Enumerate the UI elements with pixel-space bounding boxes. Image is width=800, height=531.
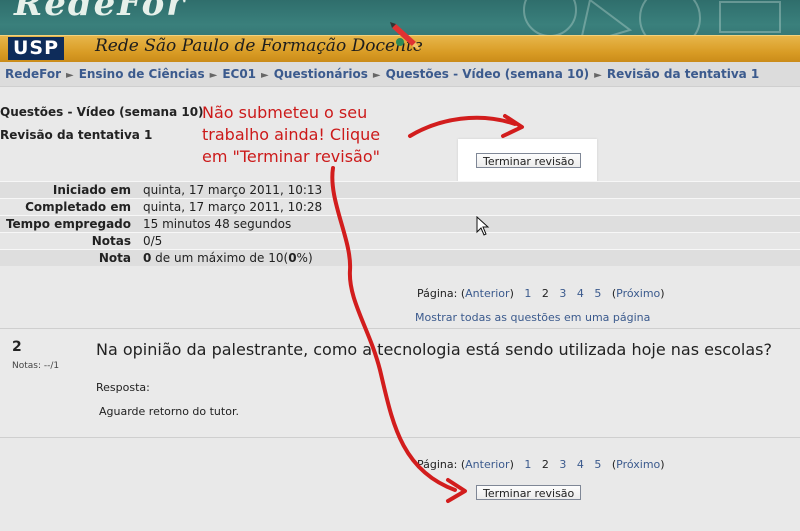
- summary-value: quinta, 17 março 2011, 10:28: [143, 200, 323, 214]
- summary-label: Completado em: [25, 200, 131, 214]
- summary-label: Tempo empregado: [5, 217, 131, 231]
- finish-review-button-bottom[interactable]: Terminar revisão: [476, 485, 582, 500]
- pager-page-1[interactable]: 1: [524, 287, 531, 300]
- summary-row-time-taken: Tempo empregado 15 minutos 48 segundos: [0, 215, 800, 232]
- show-all-questions-link[interactable]: Mostrar todas as questões em uma página: [415, 311, 650, 324]
- pager-page-1[interactable]: 1: [524, 458, 531, 471]
- pager-page-3[interactable]: 3: [559, 287, 566, 300]
- usp-logo[interactable]: USP: [8, 37, 64, 60]
- breadcrumb-separator: ►: [209, 70, 218, 81]
- question-grade: Notas: --/1: [12, 361, 60, 371]
- tutor-feedback: Aguarde retorno do tutor.: [99, 405, 239, 418]
- network-name: Rede São Paulo de Formação Docente: [95, 36, 423, 56]
- grade-percent: 0: [288, 251, 297, 265]
- attempt-summary-table: Iniciado em quinta, 17 março 2011, 10:13…: [0, 181, 800, 266]
- question-number: 2: [12, 339, 22, 355]
- summary-label: Notas: [91, 234, 131, 248]
- pencil-icon: [390, 22, 420, 50]
- pager-bottom: Página: (Anterior) 1 2 3 4 5 (Próximo): [417, 458, 665, 471]
- summary-value: quinta, 17 março 2011, 10:13: [143, 183, 323, 197]
- breadcrumb-questionarios[interactable]: Questionários: [274, 67, 368, 81]
- grade-text-end: %): [296, 251, 313, 265]
- summary-value: 15 minutos 48 segundos: [143, 217, 292, 231]
- pager-page-current: 2: [541, 458, 549, 471]
- pager-next-link[interactable]: Próximo: [616, 287, 660, 300]
- summary-row-grade: Nota 0 de um máximo de 10(0%): [0, 249, 800, 266]
- mouse-cursor-icon: [476, 216, 490, 236]
- breadcrumb-separator: ►: [372, 70, 381, 81]
- summary-row-completed: Completado em quinta, 17 março 2011, 10:…: [0, 198, 800, 215]
- quiz-title: Questões - Vídeo (semana 10): [0, 105, 204, 119]
- question-text: Na opinião da palestrante, como a tecnol…: [96, 340, 772, 359]
- answer-label: Resposta:: [96, 381, 150, 394]
- pager-label: Página:: [417, 287, 458, 300]
- pager-prev-link[interactable]: Anterior: [465, 287, 509, 300]
- pager-prev-link[interactable]: Anterior: [465, 458, 509, 471]
- annotation-line: trabalho ainda! Clique: [202, 125, 381, 144]
- pager-label: Página:: [417, 458, 458, 471]
- summary-value: 0 de um máximo de 10(0%): [143, 250, 313, 266]
- breadcrumb-attempt-review[interactable]: Revisão da tentativa 1: [607, 67, 759, 81]
- site-banner: RedeFor USP Rede São Paulo de Formação D…: [0, 0, 800, 62]
- summary-row-started: Iniciado em quinta, 17 março 2011, 10:13: [0, 181, 800, 198]
- pager-next-link[interactable]: Próximo: [616, 458, 660, 471]
- pager-page-5[interactable]: 5: [594, 458, 601, 471]
- breadcrumb-separator: ►: [594, 70, 602, 81]
- site-logo-text: RedeFor: [14, 0, 187, 24]
- breadcrumb-ensino-de-ciencias[interactable]: Ensino de Ciências: [79, 67, 205, 81]
- breadcrumb-quiz[interactable]: Questões - Vídeo (semana 10): [386, 67, 590, 81]
- pager-page-3[interactable]: 3: [559, 458, 566, 471]
- summary-row-marks: Notas 0/5: [0, 232, 800, 249]
- finish-review-panel: Terminar revisão: [458, 139, 597, 182]
- finish-review-button-top[interactable]: Terminar revisão: [476, 153, 582, 168]
- summary-label: Iniciado em: [52, 183, 131, 197]
- breadcrumb-separator: ►: [65, 70, 74, 81]
- attempt-title: Revisão da tentativa 1: [0, 128, 153, 142]
- question-block: 2 Notas: --/1 Na opinião da palestrante,…: [0, 328, 800, 438]
- annotation-note: Não submeteu o seu trabalho ainda! Cliqu…: [202, 102, 380, 168]
- pager-page-current: 2: [541, 287, 549, 300]
- summary-label: Nota: [98, 251, 131, 265]
- breadcrumb-separator: ►: [261, 70, 269, 81]
- annotation-line: Não submeteu o seu: [202, 103, 368, 122]
- main-content: Questões - Vídeo (semana 10) Revisão da …: [0, 87, 800, 531]
- breadcrumb-ec01[interactable]: EC01: [222, 67, 256, 81]
- pager-page-5[interactable]: 5: [594, 287, 601, 300]
- pager-page-4[interactable]: 4: [577, 287, 584, 300]
- pager-page-4[interactable]: 4: [577, 458, 584, 471]
- breadcrumb: RedeFor ► Ensino de Ciências ► EC01 ► Question…: [0, 62, 800, 87]
- pager-top: Página: (Anterior) 1 2 3 4 5 (Próximo): [417, 287, 665, 300]
- annotation-line: em "Terminar revisão": [202, 147, 380, 166]
- summary-value: 0/5: [143, 234, 163, 248]
- grade-text: de um máximo de 10(: [151, 251, 289, 265]
- breadcrumb-redefor[interactable]: RedeFor: [5, 67, 61, 81]
